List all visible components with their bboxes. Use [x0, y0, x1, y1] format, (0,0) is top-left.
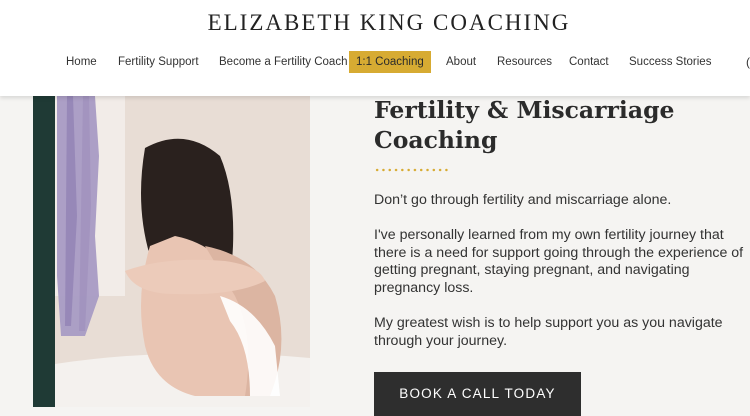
story-paragraph: I've personally learned from my own fert… [374, 227, 744, 296]
nav-success-stories[interactable]: Success Stories [629, 51, 711, 73]
accent-bar [33, 96, 55, 407]
nav-overflow-item[interactable]: ( [746, 51, 750, 73]
dotted-divider [374, 168, 448, 172]
main-nav: Home Fertility Support Become a Fertilit… [0, 51, 750, 73]
nav-resources[interactable]: Resources [497, 51, 552, 73]
book-call-button[interactable]: BOOK A CALL TODAY [374, 372, 581, 416]
main-content: Fertility & Miscarriage Coaching Don’t g… [374, 95, 750, 416]
nav-1-1-coaching[interactable]: 1:1 Coaching [349, 51, 431, 73]
page-heading: Fertility & Miscarriage Coaching [374, 95, 744, 155]
hero-image-block [0, 96, 310, 407]
page-heading-line2: Coaching [374, 126, 498, 154]
nav-fertility-support[interactable]: Fertility Support [118, 51, 199, 73]
nav-become-fertility-coach[interactable]: Become a Fertility Coach [219, 51, 347, 73]
nav-about[interactable]: About [446, 51, 476, 73]
nav-home[interactable]: Home [66, 51, 97, 73]
site-header: ELIZABETH KING COACHING Home Fertility S… [0, 0, 750, 96]
page-heading-line1: Fertility & Miscarriage [374, 96, 675, 124]
woman-sitting-illustration [55, 96, 310, 407]
hero-photo [55, 96, 310, 407]
intro-paragraph: Don’t go through fertility and miscarria… [374, 192, 672, 208]
nav-contact[interactable]: Contact [569, 51, 609, 73]
wish-paragraph: My greatest wish is to help support you … [374, 315, 723, 349]
site-title[interactable]: ELIZABETH KING COACHING [0, 10, 750, 36]
